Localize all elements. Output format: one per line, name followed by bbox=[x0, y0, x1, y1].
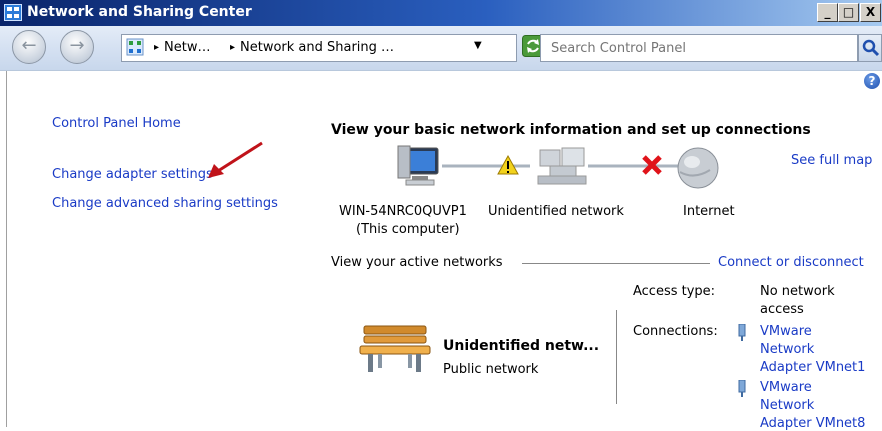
back-arrow-icon: ← bbox=[21, 35, 37, 56]
computer-icon bbox=[397, 145, 439, 186]
change-advanced-sharing-link[interactable]: Change advanced sharing settings bbox=[52, 196, 278, 211]
adapter-icon bbox=[738, 380, 746, 397]
search-icon bbox=[862, 39, 880, 57]
change-adapter-settings-link[interactable]: Change adapter settings bbox=[52, 167, 213, 182]
address-dropdown-icon[interactable]: ▼ bbox=[474, 40, 482, 51]
internet-globe-icon bbox=[677, 147, 719, 189]
breadcrumb-separator-1: ▸ bbox=[154, 42, 160, 53]
network-type: Public network bbox=[443, 362, 539, 377]
window-frame-left bbox=[6, 71, 7, 427]
network-center-icon bbox=[4, 4, 22, 21]
computer-name-label: WIN-54NRC0QUVP1 bbox=[339, 204, 467, 219]
public-network-bench-icon bbox=[359, 325, 431, 372]
internet-label: Internet bbox=[683, 204, 735, 219]
forward-button[interactable]: → bbox=[60, 30, 94, 64]
network-divider bbox=[616, 310, 617, 404]
unidentified-network-icon bbox=[537, 147, 587, 185]
vmnet8-link-line1[interactable]: VMware bbox=[760, 380, 812, 395]
see-full-map-link[interactable]: See full map bbox=[791, 153, 872, 168]
title-bar: Network and Sharing Center _ □ X bbox=[0, 0, 882, 26]
control-panel-home-link[interactable]: Control Panel Home bbox=[52, 116, 181, 131]
active-networks-title: View your active networks bbox=[331, 255, 503, 270]
this-computer-label: (This computer) bbox=[356, 222, 460, 237]
close-button[interactable]: X bbox=[860, 3, 881, 22]
connections-label: Connections: bbox=[633, 324, 718, 339]
search-box[interactable] bbox=[540, 34, 858, 62]
minimize-button[interactable]: _ bbox=[817, 3, 838, 22]
access-type-value-line2: access bbox=[760, 302, 804, 317]
back-button[interactable]: ← bbox=[12, 30, 46, 64]
network-name: Unidentified netw... bbox=[443, 338, 600, 354]
section-heading: View your basic network information and … bbox=[331, 122, 811, 138]
vmnet8-link-line2[interactable]: Network bbox=[760, 398, 814, 413]
vmnet1-link-line3[interactable]: Adapter VMnet1 bbox=[760, 360, 865, 375]
vmnet1-link-line2[interactable]: Network bbox=[760, 342, 814, 357]
access-type-label: Access type: bbox=[633, 284, 716, 299]
navigation-bar: ← → ▸ Netw… ▸ Network and Sharing … ▼ bbox=[0, 26, 882, 71]
section-divider bbox=[522, 263, 710, 264]
breadcrumb-network[interactable]: Network and Sharing … bbox=[240, 40, 394, 55]
network-map bbox=[397, 145, 719, 189]
search-input[interactable] bbox=[541, 35, 841, 61]
unidentified-network-label: Unidentified network bbox=[488, 204, 624, 219]
forward-arrow-icon: → bbox=[69, 35, 85, 56]
connect-or-disconnect-link[interactable]: Connect or disconnect bbox=[718, 255, 864, 270]
vmnet1-link-line1[interactable]: VMware bbox=[760, 324, 812, 339]
adapter-icon bbox=[738, 324, 746, 341]
breadcrumb-separator-2: ▸ bbox=[230, 42, 236, 53]
vmnet8-link-line3[interactable]: Adapter VMnet8 bbox=[760, 416, 865, 431]
access-type-value-line1: No network bbox=[760, 284, 835, 299]
search-button[interactable] bbox=[858, 34, 882, 62]
maximize-button[interactable]: □ bbox=[838, 3, 859, 22]
help-icon[interactable]: ? bbox=[864, 73, 880, 89]
breadcrumb-control-panel[interactable]: Netw… bbox=[164, 40, 210, 55]
network-location-icon bbox=[126, 38, 144, 56]
address-bar[interactable]: ▸ Netw… ▸ Network and Sharing … ▼ bbox=[121, 34, 517, 62]
red-arrow-annotation-icon bbox=[208, 141, 263, 178]
window-title: Network and Sharing Center bbox=[27, 4, 252, 20]
